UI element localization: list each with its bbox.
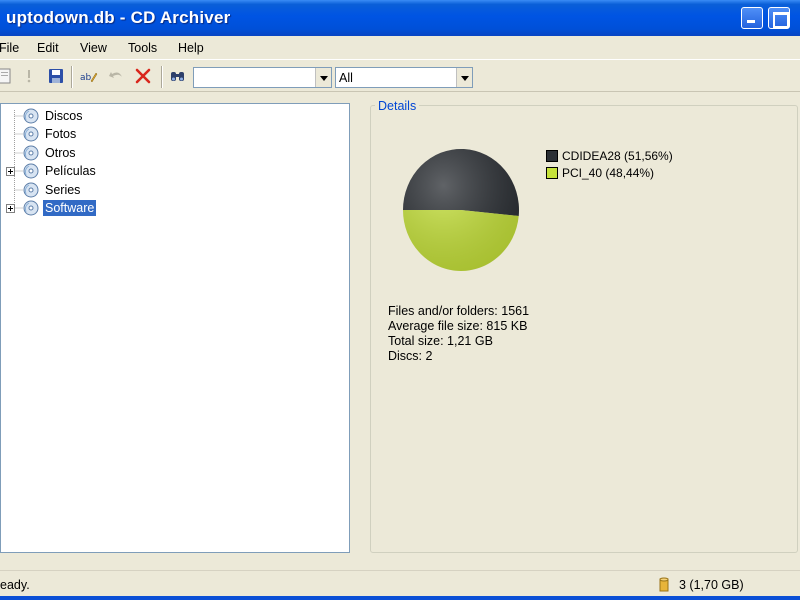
status-disc-count: 3 (1,70 GB) — [679, 578, 744, 592]
legend-label: CDIDEA28 (51,56%) — [562, 149, 673, 163]
tree-item-label: Películas — [45, 164, 96, 178]
toolbar-separator — [71, 66, 73, 88]
new-icon[interactable] — [0, 67, 14, 85]
details-panel: Details CDIDEA28 (51,56%) PCI_40 (48,44%… — [370, 99, 798, 553]
menu-help[interactable]: Help — [178, 41, 204, 55]
filter-combo[interactable]: All — [335, 67, 473, 88]
stat-average-size: Average file size: 815 KB — [388, 319, 528, 333]
search-combo[interactable] — [193, 67, 332, 88]
stat-total-size: Total size: 1,21 GB — [388, 334, 493, 348]
chevron-down-icon[interactable] — [315, 68, 331, 87]
undo-icon[interactable] — [107, 67, 125, 85]
disc-usage-pie-chart — [403, 148, 519, 271]
tree-item-label: Series — [45, 183, 81, 197]
disc-icon — [23, 182, 39, 198]
disc-icon — [23, 108, 39, 124]
window-title: uptodown.db - CD Archiver — [6, 8, 231, 27]
expand-peliculas-button[interactable] — [6, 167, 15, 176]
minimize-button[interactable] — [741, 7, 763, 29]
category-tree[interactable]: Discos Fotos Otros Películas Series Soft… — [0, 103, 350, 553]
toolbar-separator — [161, 66, 163, 88]
pie-shading — [403, 149, 519, 271]
status-text: Ready. — [0, 578, 30, 592]
maximize-button[interactable] — [768, 7, 790, 29]
tree-item-label: Software — [43, 200, 97, 216]
details-title: Details — [375, 99, 420, 113]
filter-combo-value: All — [339, 71, 353, 85]
legend-swatch — [546, 167, 558, 179]
legend-swatch — [546, 150, 558, 162]
window-bottom-border — [0, 596, 800, 600]
menu-edit[interactable]: Edit — [37, 41, 59, 55]
stat-files-count: Files and/or folders: 1561 — [388, 304, 530, 318]
menu-file[interactable]: File — [0, 41, 19, 55]
disc-icon — [23, 200, 39, 216]
tree-item-label: Discos — [45, 109, 83, 123]
tree-item-label: Fotos — [45, 127, 77, 141]
legend-label: PCI_40 (48,44%) — [562, 166, 655, 180]
svg-text:ab: ab — [80, 73, 92, 83]
disc-icon — [23, 126, 39, 142]
toolbar: ab All — [0, 61, 800, 92]
title-bar: uptodown.db - CD Archiver — [0, 0, 800, 36]
disc-icon — [23, 145, 39, 161]
delete-icon[interactable] — [134, 67, 152, 85]
properties-icon[interactable] — [20, 67, 38, 85]
menu-tools[interactable]: Tools — [128, 41, 157, 55]
tree-item-label: Otros — [45, 146, 76, 160]
save-icon[interactable] — [47, 67, 65, 85]
disc-icon — [23, 163, 39, 179]
expand-software-button[interactable] — [6, 204, 15, 213]
find-icon[interactable] — [169, 67, 187, 85]
database-icon — [659, 577, 669, 592]
stat-discs: Discs: 2 — [388, 349, 433, 363]
rename-icon[interactable]: ab — [80, 67, 98, 85]
chevron-down-icon[interactable] — [456, 68, 472, 87]
menu-bar: File Edit View Tools Help — [0, 36, 800, 60]
menu-view[interactable]: View — [80, 41, 107, 55]
